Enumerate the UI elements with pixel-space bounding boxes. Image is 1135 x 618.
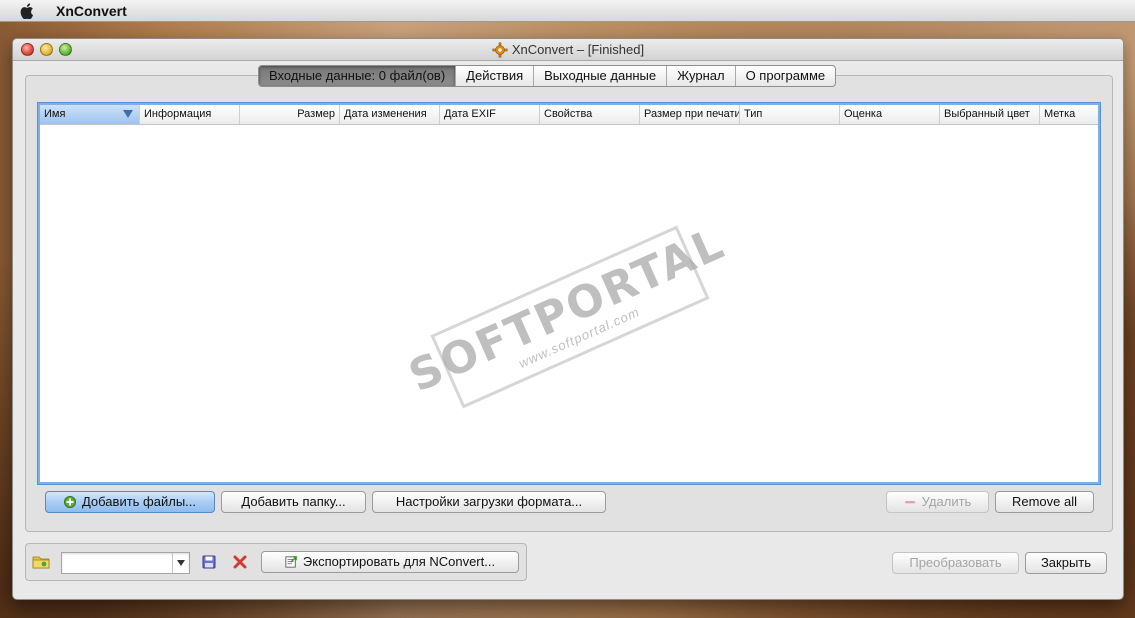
delete-label: Удалить — [921, 494, 972, 509]
close-window-button[interactable] — [21, 43, 34, 56]
tab-log[interactable]: Журнал — [667, 66, 736, 86]
column-header-exif-date[interactable]: Дата EXIF — [440, 105, 540, 124]
tab-input[interactable]: Входные данные: 0 файл(ов) — [259, 66, 457, 86]
delete-red-x-icon[interactable] — [232, 554, 248, 570]
preset-combo[interactable] — [61, 552, 190, 574]
file-table[interactable]: Имя Информация Размер Дата изменения Дат… — [38, 103, 1100, 484]
tab-actions[interactable]: Действия — [456, 66, 535, 86]
tab-output[interactable]: Выходные данные — [534, 66, 668, 86]
column-header-type[interactable]: Тип — [740, 105, 840, 124]
preset-group: Экспортировать для NConvert... — [25, 543, 527, 581]
column-header-info[interactable]: Информация — [140, 105, 240, 124]
minimize-window-button[interactable] — [40, 43, 53, 56]
add-green-plus-icon — [63, 496, 76, 508]
preset-input[interactable] — [62, 553, 172, 573]
delete-button[interactable]: Удалить — [886, 491, 989, 513]
column-header-properties[interactable]: Свойства — [540, 105, 640, 124]
export-script-icon — [285, 556, 297, 568]
column-header-color[interactable]: Выбранный цвет — [940, 105, 1040, 124]
column-header-modified-date[interactable]: Дата изменения — [340, 105, 440, 124]
add-files-label: Добавить файлы... — [81, 494, 197, 509]
open-folder-icon[interactable] — [32, 554, 50, 570]
add-files-button[interactable]: Добавить файлы... — [45, 491, 215, 513]
table-body[interactable]: SOFTPORTAL www.softportal.com — [40, 125, 1098, 482]
input-panel: Имя Информация Размер Дата изменения Дат… — [25, 75, 1113, 532]
zoom-window-button[interactable] — [59, 43, 72, 56]
column-header-label[interactable]: Метка — [1040, 105, 1098, 124]
column-header-print-size[interactable]: Размер при печати — [640, 105, 740, 124]
watermark-sub-text: www.softportal.com — [516, 303, 642, 371]
sort-descending-icon — [123, 110, 133, 118]
column-header-rating[interactable]: Оценка — [840, 105, 940, 124]
menu-app-name[interactable]: XnConvert — [56, 3, 127, 19]
column-label: Имя — [44, 108, 66, 120]
window-controls — [21, 43, 72, 56]
column-header-size[interactable]: Размер — [240, 105, 340, 124]
xnconvert-gear-icon — [492, 42, 508, 58]
watermark-main-text: SOFTPORTAL — [401, 217, 733, 403]
menu-bar: XnConvert — [0, 0, 1135, 22]
column-header-name[interactable]: Имя — [40, 105, 140, 124]
close-button[interactable]: Закрыть — [1025, 552, 1107, 574]
minus-icon — [904, 496, 916, 508]
table-header: Имя Информация Размер Дата изменения Дат… — [40, 105, 1098, 125]
title-bar[interactable]: XnConvert – [Finished] — [13, 39, 1123, 61]
format-settings-button[interactable]: Настройки загрузки формата... — [372, 491, 606, 513]
add-folder-button[interactable]: Добавить папку... — [221, 491, 366, 513]
export-nconvert-button[interactable]: Экспортировать для NConvert... — [261, 551, 519, 573]
app-window: XnConvert – [Finished] Входные данные: 0… — [12, 38, 1124, 600]
export-nconvert-label: Экспортировать для NConvert... — [302, 554, 496, 569]
save-disk-icon[interactable] — [201, 554, 217, 570]
window-title-wrap: XnConvert – [Finished] — [492, 42, 644, 58]
chevron-down-icon[interactable] — [172, 553, 189, 573]
softportal-watermark: SOFTPORTAL www.softportal.com — [401, 217, 732, 409]
apple-icon[interactable] — [20, 2, 34, 19]
convert-button[interactable]: Преобразовать — [892, 552, 1019, 574]
window-title: XnConvert – [Finished] — [511, 42, 645, 57]
tab-about[interactable]: О программе — [736, 66, 836, 86]
remove-all-button[interactable]: Remove all — [995, 491, 1094, 513]
tab-bar: Входные данные: 0 файл(ов) Действия Выхо… — [258, 65, 837, 87]
